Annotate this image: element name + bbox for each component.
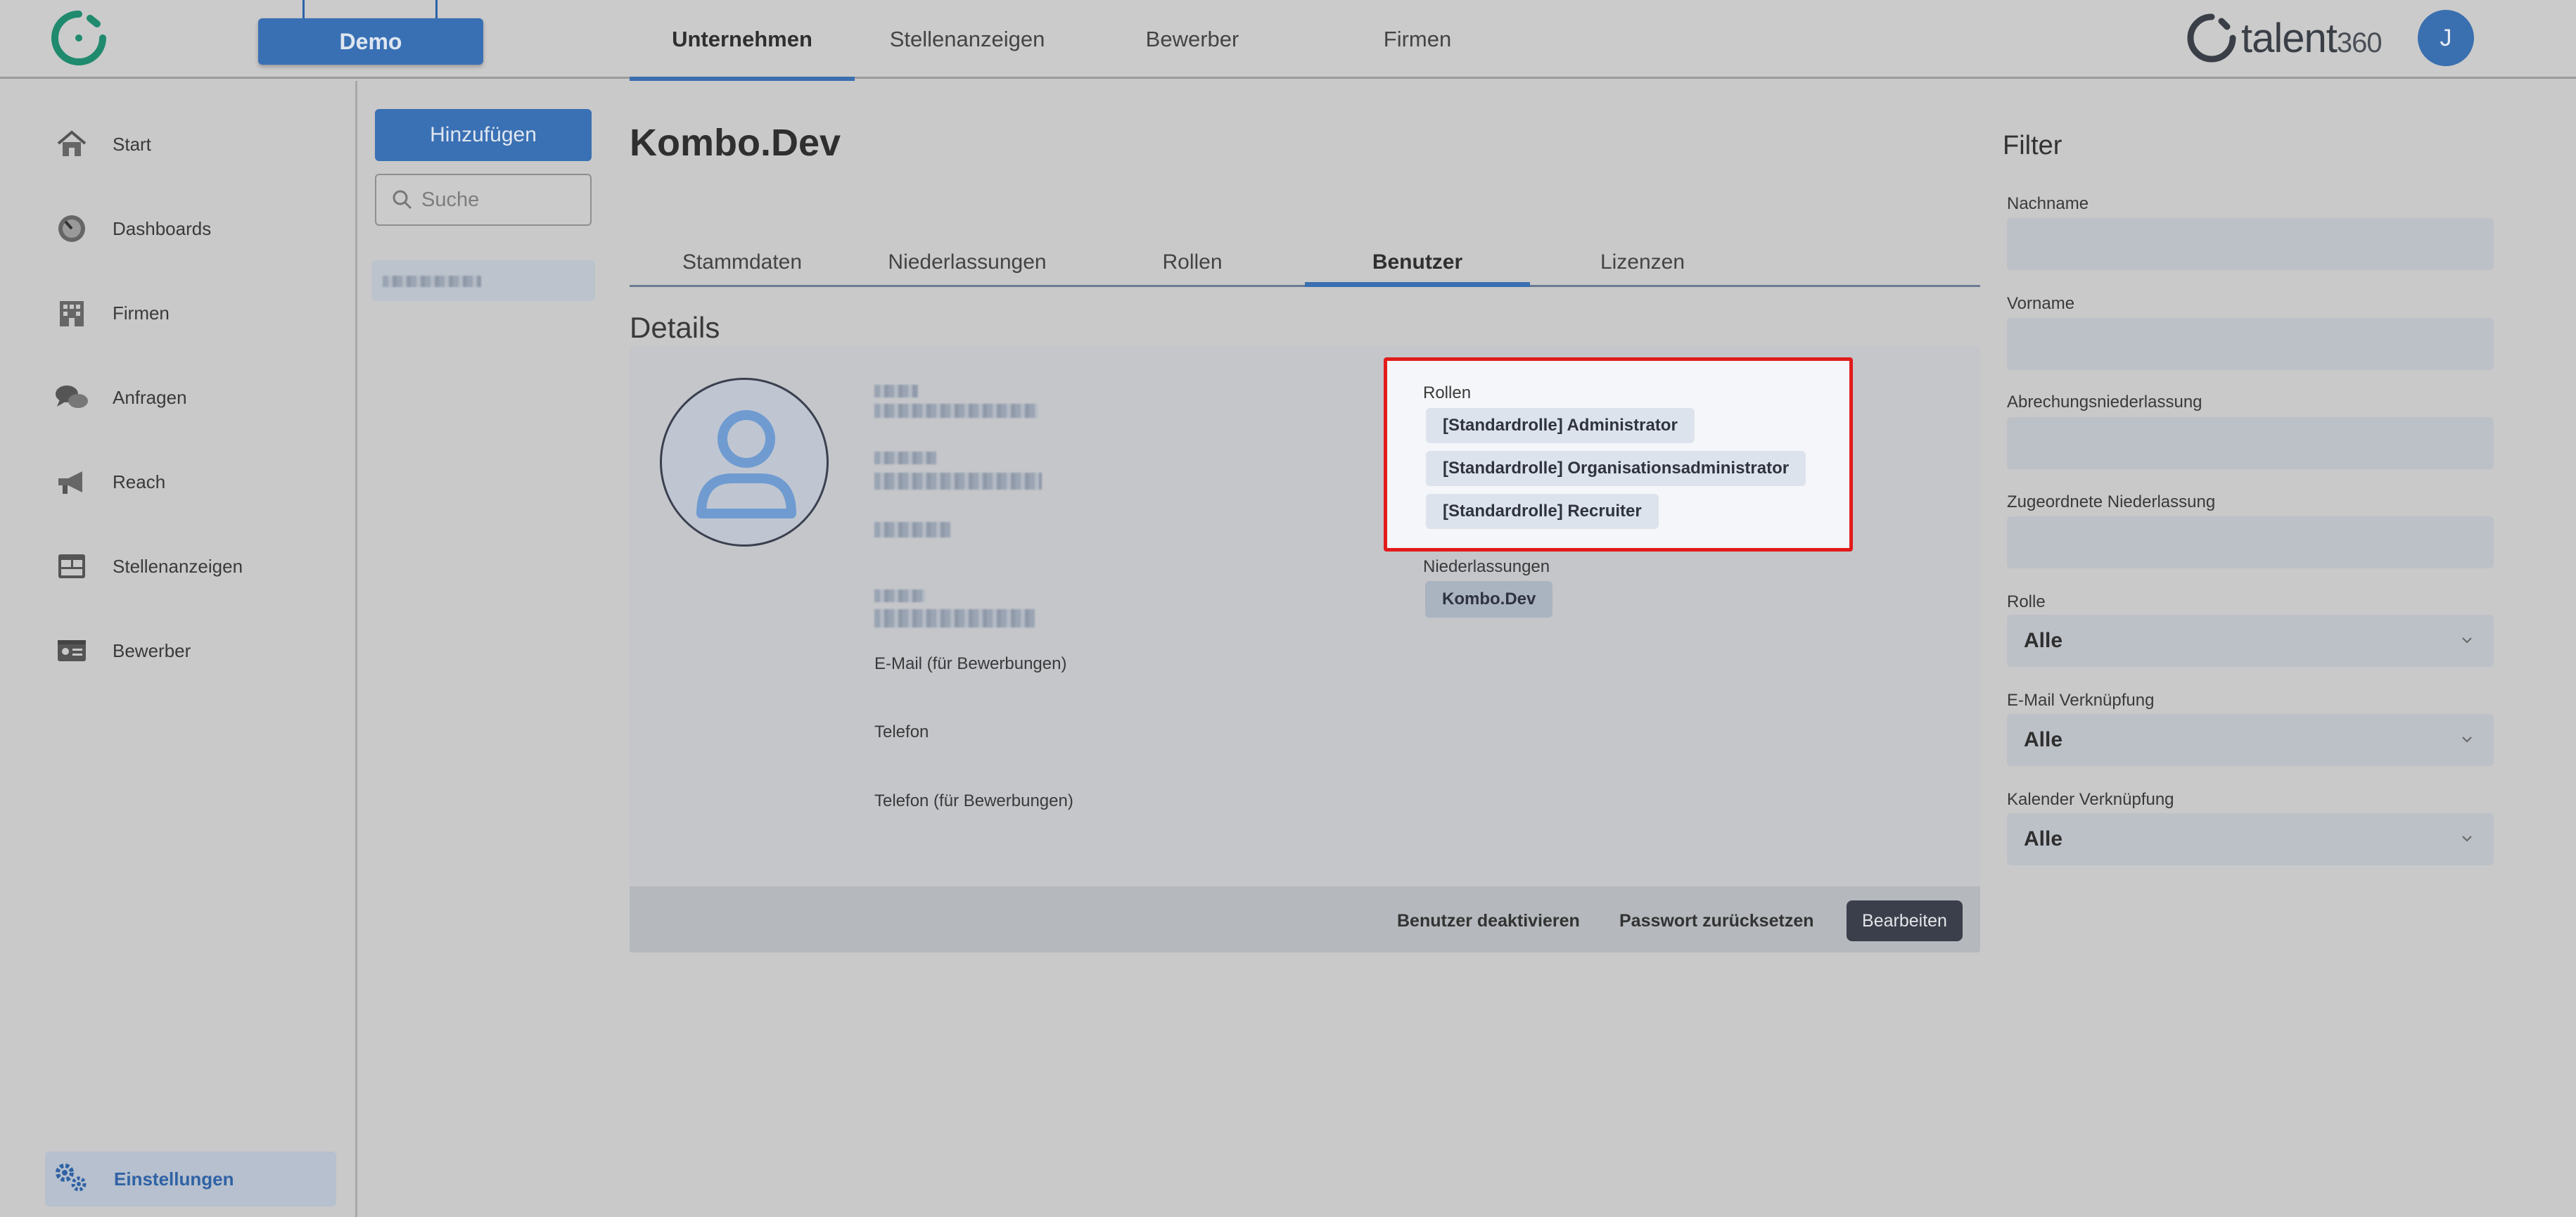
brand-mark-icon — [2187, 13, 2236, 63]
tab-bewerber[interactable]: Bewerber — [1080, 0, 1305, 79]
tab-rollen[interactable]: Rollen — [1080, 239, 1305, 285]
filter-label-nachname: Nachname — [2007, 194, 2089, 213]
email-applications-label: E-Mail (für Bewerbungen) — [874, 654, 1067, 673]
top-navigation: Unternehmen Stellenanzeigen Bewerber Fir… — [630, 0, 1530, 81]
filter-label-rolle: Rolle — [2007, 592, 2046, 611]
redacted-text — [874, 473, 1042, 490]
tab-unternehmen[interactable]: Unternehmen — [630, 0, 855, 81]
building-icon — [53, 295, 90, 331]
brand-name: talent360 — [2241, 15, 2383, 61]
sidebar-item-label: Firmen — [113, 302, 170, 324]
phone-applications-label: Telefon (für Bewerbungen) — [874, 791, 1073, 810]
filter-input-nachname[interactable] — [2007, 218, 2494, 270]
select-value: Alle — [2024, 629, 2063, 652]
filter-input-vorname[interactable] — [2007, 318, 2494, 370]
filter-select-kalender-verknuepfung[interactable]: Alle — [2007, 813, 2494, 865]
filter-label-abrechnungsniederlassung: Abrechungsniederlassung — [2007, 393, 2202, 412]
filter-label-kalender-verknuepfung: Kalender Verknüpfung — [2007, 790, 2174, 809]
megaphone-icon — [53, 464, 90, 500]
sidebar: Start Dashboards Firmen Anfragen Reach S… — [0, 81, 357, 1217]
reset-password-button[interactable]: Passwort zurücksetzen — [1619, 901, 1814, 941]
redacted-text — [383, 276, 481, 287]
gears-icon — [53, 1161, 90, 1197]
details-heading: Details — [630, 311, 720, 344]
filter-label-email-verknuepfung: E-Mail Verknüpfung — [2007, 691, 2155, 710]
roles-label: Rollen — [1423, 383, 1472, 402]
redacted-text — [874, 452, 936, 464]
sidebar-item-stellenanzeigen[interactable]: Stellenanzeigen — [53, 545, 335, 587]
tab-benutzer[interactable]: Benutzer — [1305, 239, 1530, 287]
filter-input-zugeordnete-niederlassung[interactable] — [2007, 516, 2494, 568]
sidebar-item-label: Start — [113, 133, 151, 155]
redacted-text — [874, 590, 925, 602]
list-item[interactable] — [371, 260, 595, 301]
sidebar-item-firmen[interactable]: Firmen — [53, 292, 335, 334]
search-icon — [393, 190, 412, 210]
sidebar-item-label: Anfragen — [113, 386, 187, 408]
sidebar-item-label: Dashboards — [113, 217, 212, 239]
tab-lizenzen[interactable]: Lizenzen — [1530, 239, 1755, 285]
redacted-text — [874, 385, 918, 397]
redacted-text — [874, 609, 1035, 627]
tab-niederlassungen[interactable]: Niederlassungen — [855, 239, 1080, 285]
search-input[interactable] — [421, 188, 590, 212]
house-icon — [53, 126, 90, 163]
edit-button[interactable]: Bearbeiten — [1847, 900, 1963, 941]
role-chip: [Standardrolle] Recruiter — [1426, 494, 1659, 529]
filter-select-rolle[interactable]: Alle — [2007, 615, 2494, 667]
demo-button[interactable]: Demo — [258, 18, 483, 65]
brand-number: 360 — [2336, 27, 2383, 58]
app-logo-icon[interactable] — [48, 8, 110, 68]
phone-label: Telefon — [874, 722, 929, 741]
chevron-down-icon — [2462, 637, 2472, 644]
sidebar-item-reach[interactable]: Reach — [53, 461, 335, 503]
user-placeholder-icon — [696, 410, 796, 518]
sidebar-item-label: Einstellungen — [114, 1168, 234, 1190]
top-bar: Demo Unternehmen Stellenanzeigen Bewerbe… — [0, 0, 2576, 81]
avatar — [660, 378, 829, 547]
filter-label-zugeordnete-niederlassung: Zugeordnete Niederlassung — [2007, 492, 2216, 511]
select-value: Alle — [2024, 827, 2063, 850]
filter-title: Filter — [2003, 131, 2062, 160]
filter-select-email-verknuepfung[interactable]: Alle — [2007, 714, 2494, 766]
sidebar-item-label: Stellenanzeigen — [113, 555, 243, 577]
page-title: Kombo.Dev — [630, 122, 841, 164]
user-avatar[interactable]: J — [2418, 10, 2474, 66]
demo-ribbon — [302, 0, 438, 18]
layout-grid-icon — [53, 548, 90, 585]
deactivate-user-button[interactable]: Benutzer deaktivieren — [1397, 901, 1580, 941]
chevron-down-icon — [2462, 836, 2472, 842]
sidebar-item-start[interactable]: Start — [53, 123, 335, 165]
tab-firmen[interactable]: Firmen — [1305, 0, 1530, 79]
filter-label-vorname: Vorname — [2007, 294, 2075, 313]
id-card-icon — [53, 632, 90, 669]
brand-logo: talent360 — [2186, 10, 2383, 66]
sidebar-item-anfragen[interactable]: Anfragen — [53, 376, 335, 419]
redacted-text — [874, 404, 1038, 418]
gauge-icon — [53, 210, 90, 247]
filter-input-abrechnungsniederlassung[interactable] — [2007, 417, 2494, 469]
branch-chip: Kombo.Dev — [1425, 581, 1553, 618]
sidebar-item-label: Reach — [113, 471, 166, 492]
sidebar-item-bewerber[interactable]: Bewerber — [53, 630, 335, 672]
chevron-down-icon — [2462, 737, 2472, 743]
redacted-text — [874, 522, 950, 537]
search-field[interactable] — [375, 174, 592, 226]
sidebar-item-settings[interactable]: Einstellungen — [45, 1152, 336, 1206]
chat-bubbles-icon — [53, 379, 90, 416]
branches-label: Niederlassungen — [1423, 557, 1550, 576]
role-chip: [Standardrolle] Administrator — [1426, 408, 1695, 443]
add-button[interactable]: Hinzufügen — [375, 109, 592, 161]
role-chip: [Standardrolle] Organisationsadministrat… — [1426, 451, 1806, 486]
sidebar-item-label: Bewerber — [113, 639, 191, 661]
tab-stammdaten[interactable]: Stammdaten — [630, 239, 855, 285]
detail-tabs: Stammdaten Niederlassungen Rollen Benutz… — [630, 239, 1980, 287]
sidebar-item-dashboards[interactable]: Dashboards — [53, 208, 335, 250]
select-value: Alle — [2024, 728, 2063, 751]
tab-stellenanzeigen[interactable]: Stellenanzeigen — [855, 0, 1080, 79]
